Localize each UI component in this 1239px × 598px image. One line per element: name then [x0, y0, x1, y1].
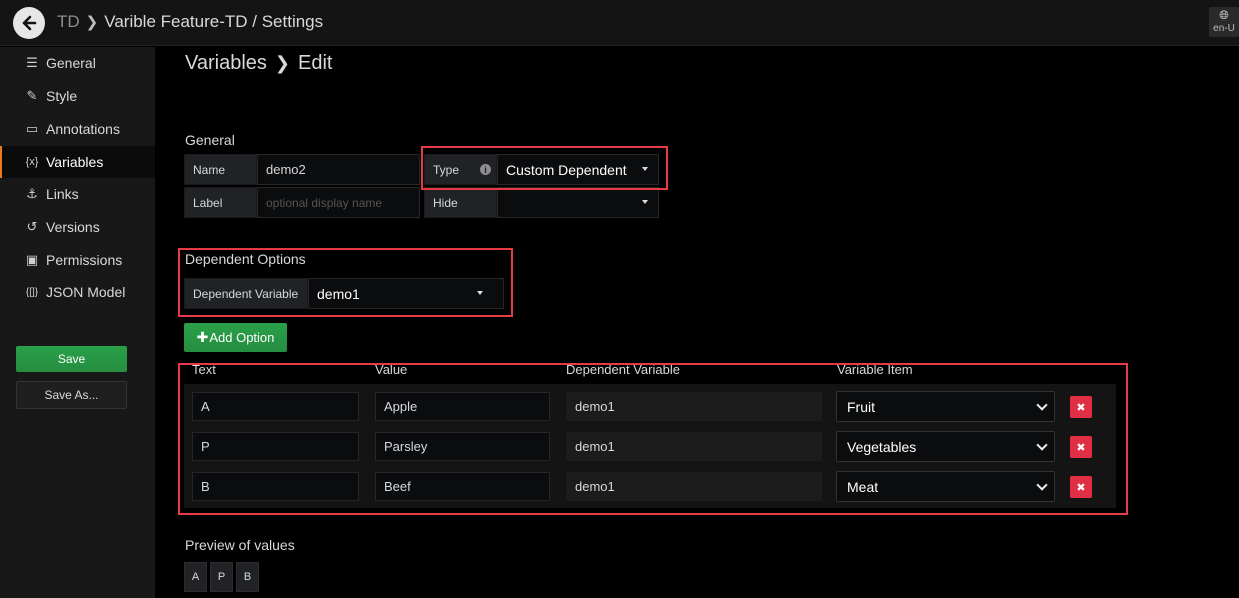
- breadcrumb-current: Edit: [298, 52, 333, 74]
- arrow-left-icon: [22, 15, 37, 31]
- sidebar-item-permissions[interactable]: ▣ Permissions: [0, 244, 155, 276]
- sidebar-item-versions[interactable]: ↺ Versions: [0, 211, 155, 243]
- plus-icon: ✚: [196, 329, 209, 345]
- sidebar-item-label: Permissions: [46, 252, 123, 268]
- sidebar-item-label: Versions: [46, 219, 100, 235]
- general-section-label: General: [185, 132, 235, 148]
- sidebar-item-style[interactable]: ✎ Style: [0, 80, 155, 112]
- name-label: Name: [184, 154, 257, 185]
- breadcrumb: TD ❯ Varible Feature-TD / Settings: [57, 12, 323, 32]
- preview-value-chip: A: [184, 562, 207, 592]
- breadcrumb-root-link[interactable]: TD: [57, 12, 80, 32]
- label-input[interactable]: optional display name: [257, 187, 420, 218]
- edit-icon: ✎: [26, 88, 38, 103]
- add-option-button[interactable]: ✚ Add Option: [184, 323, 287, 352]
- sidebar-item-label: Style: [46, 88, 78, 104]
- hide-select[interactable]: [497, 187, 659, 218]
- back-button[interactable]: [13, 7, 45, 39]
- sidebar-item-variables[interactable]: {x} Variables: [0, 146, 155, 178]
- highlight-box-type: [421, 146, 668, 190]
- sidebar-item-annotations[interactable]: ▭ Annotations: [0, 113, 155, 145]
- sidebar-item-general[interactable]: ☰ General: [0, 47, 155, 79]
- sidebar-item-label: Links: [46, 186, 79, 202]
- page-title: Variables ❯ Edit: [185, 52, 332, 75]
- language-code: en-U: [1213, 23, 1235, 34]
- hide-label: Hide: [424, 187, 497, 218]
- top-navbar: TD ❯ Varible Feature-TD / Settings 🌐︎ en…: [0, 0, 1239, 46]
- settings-sidebar: ☰ General ✎ Style ▭ Annotations {x} Vari…: [0, 47, 155, 598]
- variable-icon: {x}: [25, 156, 39, 168]
- lock-icon: ▣: [25, 252, 39, 267]
- sidebar-item-label: General: [46, 55, 96, 71]
- label-label: Label: [184, 187, 257, 218]
- dashboard-title: Varible Feature-TD / Settings: [104, 12, 324, 31]
- preview-label: Preview of values: [185, 537, 295, 553]
- chevron-right-icon: ❯: [85, 14, 99, 31]
- sidebar-item-json-model[interactable]: {[]} JSON Model: [0, 276, 155, 308]
- preview-value-chip: P: [210, 562, 233, 592]
- comment-icon: ▭: [25, 121, 39, 136]
- sliders-icon: ☰: [26, 55, 38, 70]
- sidebar-item-label: JSON Model: [46, 284, 126, 300]
- globe-icon: 🌐︎: [1219, 8, 1229, 22]
- breadcrumb-variables-link[interactable]: Variables: [185, 52, 267, 75]
- history-icon: ↺: [26, 219, 38, 234]
- chevron-right-icon: ❯: [274, 53, 290, 73]
- highlight-box-dependent: [178, 248, 513, 317]
- add-option-label: Add Option: [209, 330, 275, 345]
- language-selector[interactable]: 🌐︎ en-U: [1209, 7, 1239, 37]
- highlight-box-options-table: [178, 363, 1128, 515]
- link-icon: ⚓︎: [26, 186, 38, 201]
- sidebar-item-label: Annotations: [46, 121, 120, 137]
- caret-down-icon: [642, 200, 648, 204]
- sidebar-item-label: Variables: [46, 154, 104, 170]
- name-input[interactable]: demo2: [257, 154, 420, 185]
- save-button[interactable]: Save: [16, 346, 127, 372]
- sidebar-item-links[interactable]: ⚓︎ Links: [0, 178, 155, 210]
- preview-value-chip: B: [236, 562, 259, 592]
- json-icon: {[]}: [25, 286, 39, 298]
- save-as-button[interactable]: Save As...: [16, 381, 127, 409]
